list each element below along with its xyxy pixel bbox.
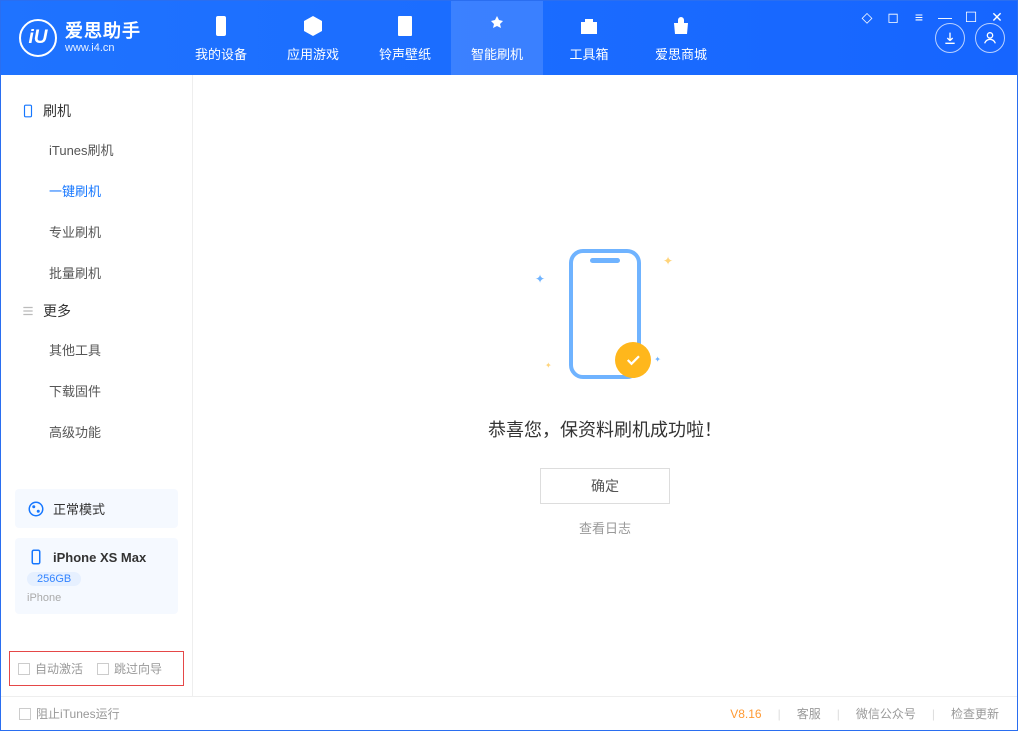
app-name: 爱思助手 xyxy=(65,22,141,42)
feedback-icon[interactable]: ◻ xyxy=(885,9,901,25)
checkbox-auto-activate[interactable]: 自动激活 xyxy=(18,660,83,677)
sidebar-options-highlight: 自动激活 跳过向导 xyxy=(9,651,184,686)
mode-card[interactable]: 正常模式 xyxy=(15,489,178,528)
mode-label: 正常模式 xyxy=(53,499,105,518)
list-icon xyxy=(21,304,35,318)
titlebar: iU 爱思助手 www.i4.cn 我的设备 应用游戏 铃声壁纸 智能刷机 工具… xyxy=(1,1,1017,75)
device-name: iPhone XS Max xyxy=(53,550,146,565)
nav-toolbox[interactable]: 工具箱 xyxy=(543,1,635,75)
main-nav: 我的设备 应用游戏 铃声壁纸 智能刷机 工具箱 爱思商城 xyxy=(175,1,727,75)
sidebar-item-download-fw[interactable]: 下载固件 xyxy=(1,370,192,411)
download-button[interactable] xyxy=(935,23,965,53)
link-support[interactable]: 客服 xyxy=(797,705,821,722)
device-sub: iPhone xyxy=(27,592,61,604)
device-card[interactable]: iPhone XS Max 256GB iPhone xyxy=(15,538,178,614)
nav-apps-games[interactable]: 应用游戏 xyxy=(267,1,359,75)
statusbar: 阻止iTunes运行 V8.16 | 客服 | 微信公众号 | 检查更新 xyxy=(1,696,1017,730)
app-logo: iU 爱思助手 www.i4.cn xyxy=(19,19,141,57)
maximize-button[interactable]: ☐ xyxy=(963,9,979,25)
nav-store[interactable]: 爱思商城 xyxy=(635,1,727,75)
view-log-link[interactable]: 查看日志 xyxy=(579,518,631,537)
sidebar-item-oneclick-flash[interactable]: 一键刷机 xyxy=(1,170,192,211)
device-icon xyxy=(27,548,45,566)
success-badge xyxy=(615,342,651,378)
logo-icon: iU xyxy=(19,19,57,57)
sidebar-item-batch-flash[interactable]: 批量刷机 xyxy=(1,252,192,293)
skin-icon[interactable]: ◇ xyxy=(859,9,875,25)
device-capacity: 256GB xyxy=(27,572,81,586)
app-url: www.i4.cn xyxy=(65,42,141,54)
ok-button[interactable]: 确定 xyxy=(540,468,670,504)
sidebar-item-itunes-flash[interactable]: iTunes刷机 xyxy=(1,129,192,170)
nav-my-device[interactable]: 我的设备 xyxy=(175,1,267,75)
mode-icon xyxy=(27,500,45,518)
link-wechat[interactable]: 微信公众号 xyxy=(856,705,916,722)
close-button[interactable]: ✕ xyxy=(989,9,1005,25)
nav-ringtones[interactable]: 铃声壁纸 xyxy=(359,1,451,75)
window-controls: ◇ ◻ ≡ — ☐ ✕ xyxy=(859,9,1005,25)
success-illustration: ✦ ✦ ✦ ✦ xyxy=(505,234,705,394)
sidebar-item-pro-flash[interactable]: 专业刷机 xyxy=(1,211,192,252)
phone-icon xyxy=(21,104,35,118)
main-content: ✦ ✦ ✦ ✦ 恭喜您，保资料刷机成功啦！ 确定 查看日志 xyxy=(193,75,1017,696)
account-button[interactable] xyxy=(975,23,1005,53)
nav-smart-flash[interactable]: 智能刷机 xyxy=(451,1,543,75)
success-message: 恭喜您，保资料刷机成功啦！ xyxy=(488,416,722,442)
sidebar-item-other-tools[interactable]: 其他工具 xyxy=(1,329,192,370)
minimize-button[interactable]: — xyxy=(937,9,953,25)
sidebar-item-advanced[interactable]: 高级功能 xyxy=(1,411,192,452)
sidebar-section-flash: 刷机 xyxy=(1,93,192,129)
sidebar-section-more: 更多 xyxy=(1,293,192,329)
checkbox-block-itunes[interactable]: 阻止iTunes运行 xyxy=(19,705,120,722)
link-update[interactable]: 检查更新 xyxy=(951,705,999,722)
sidebar: 刷机 iTunes刷机 一键刷机 专业刷机 批量刷机 更多 其他工具 下载固件 … xyxy=(1,75,193,696)
version-label: V8.16 xyxy=(730,707,761,721)
menu-icon[interactable]: ≡ xyxy=(911,9,927,25)
checkbox-skip-guide[interactable]: 跳过向导 xyxy=(97,660,162,677)
